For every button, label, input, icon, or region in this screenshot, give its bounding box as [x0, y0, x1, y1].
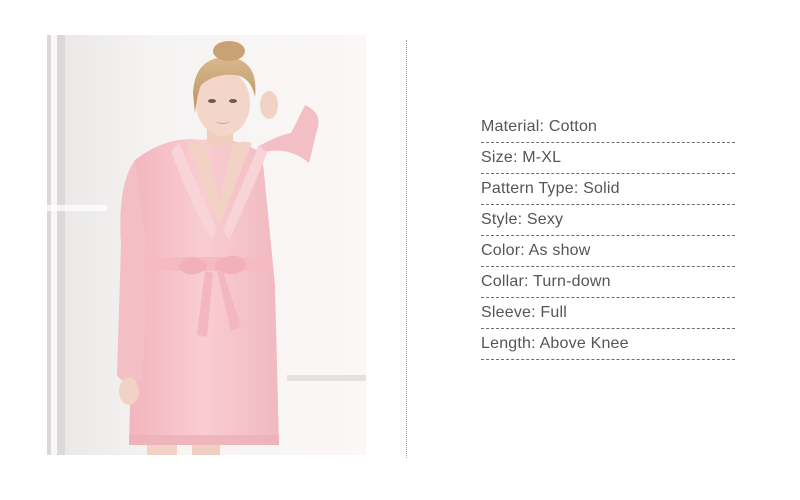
spec-label: Style [481, 211, 518, 228]
product-photo [47, 35, 366, 455]
spec-value: Full [540, 304, 568, 321]
spec-label: Pattern Type [481, 180, 574, 197]
spec-value: Sexy [526, 211, 564, 228]
spec-value: As show [528, 242, 591, 259]
spec-value: Above Knee [539, 335, 629, 352]
vertical-divider [406, 40, 407, 458]
spec-value: M-XL [522, 149, 562, 166]
spec-label: Collar [481, 273, 524, 290]
spec-label: Sleeve [481, 304, 532, 321]
spec-style: Style: Sexy [481, 205, 735, 236]
product-spec-page: Material: Cotton Size: M-XL Pattern Type… [0, 0, 800, 500]
spec-value: Turn-down [533, 273, 611, 290]
spec-label: Material [481, 118, 540, 135]
spec-list: Material: Cotton Size: M-XL Pattern Type… [481, 112, 735, 360]
spec-pattern-type: Pattern Type: Solid [481, 174, 735, 205]
spec-material: Material: Cotton [481, 112, 735, 143]
spec-collar: Collar: Turn-down [481, 267, 735, 298]
spec-color: Color: As show [481, 236, 735, 267]
spec-label: Color [481, 242, 521, 259]
model-illustration [47, 35, 366, 455]
spec-size: Size: M-XL [481, 143, 735, 174]
spec-length: Length: Above Knee [481, 329, 735, 360]
model-hand [260, 91, 278, 119]
model-hair-bun [213, 41, 245, 61]
spec-label: Size [481, 149, 513, 166]
spec-value: Solid [583, 180, 620, 197]
spec-sleeve: Sleeve: Full [481, 298, 735, 329]
spec-label: Length [481, 335, 532, 352]
spec-value: Cotton [548, 118, 598, 135]
wainscot-rail [287, 375, 366, 381]
model-hand [119, 377, 139, 405]
